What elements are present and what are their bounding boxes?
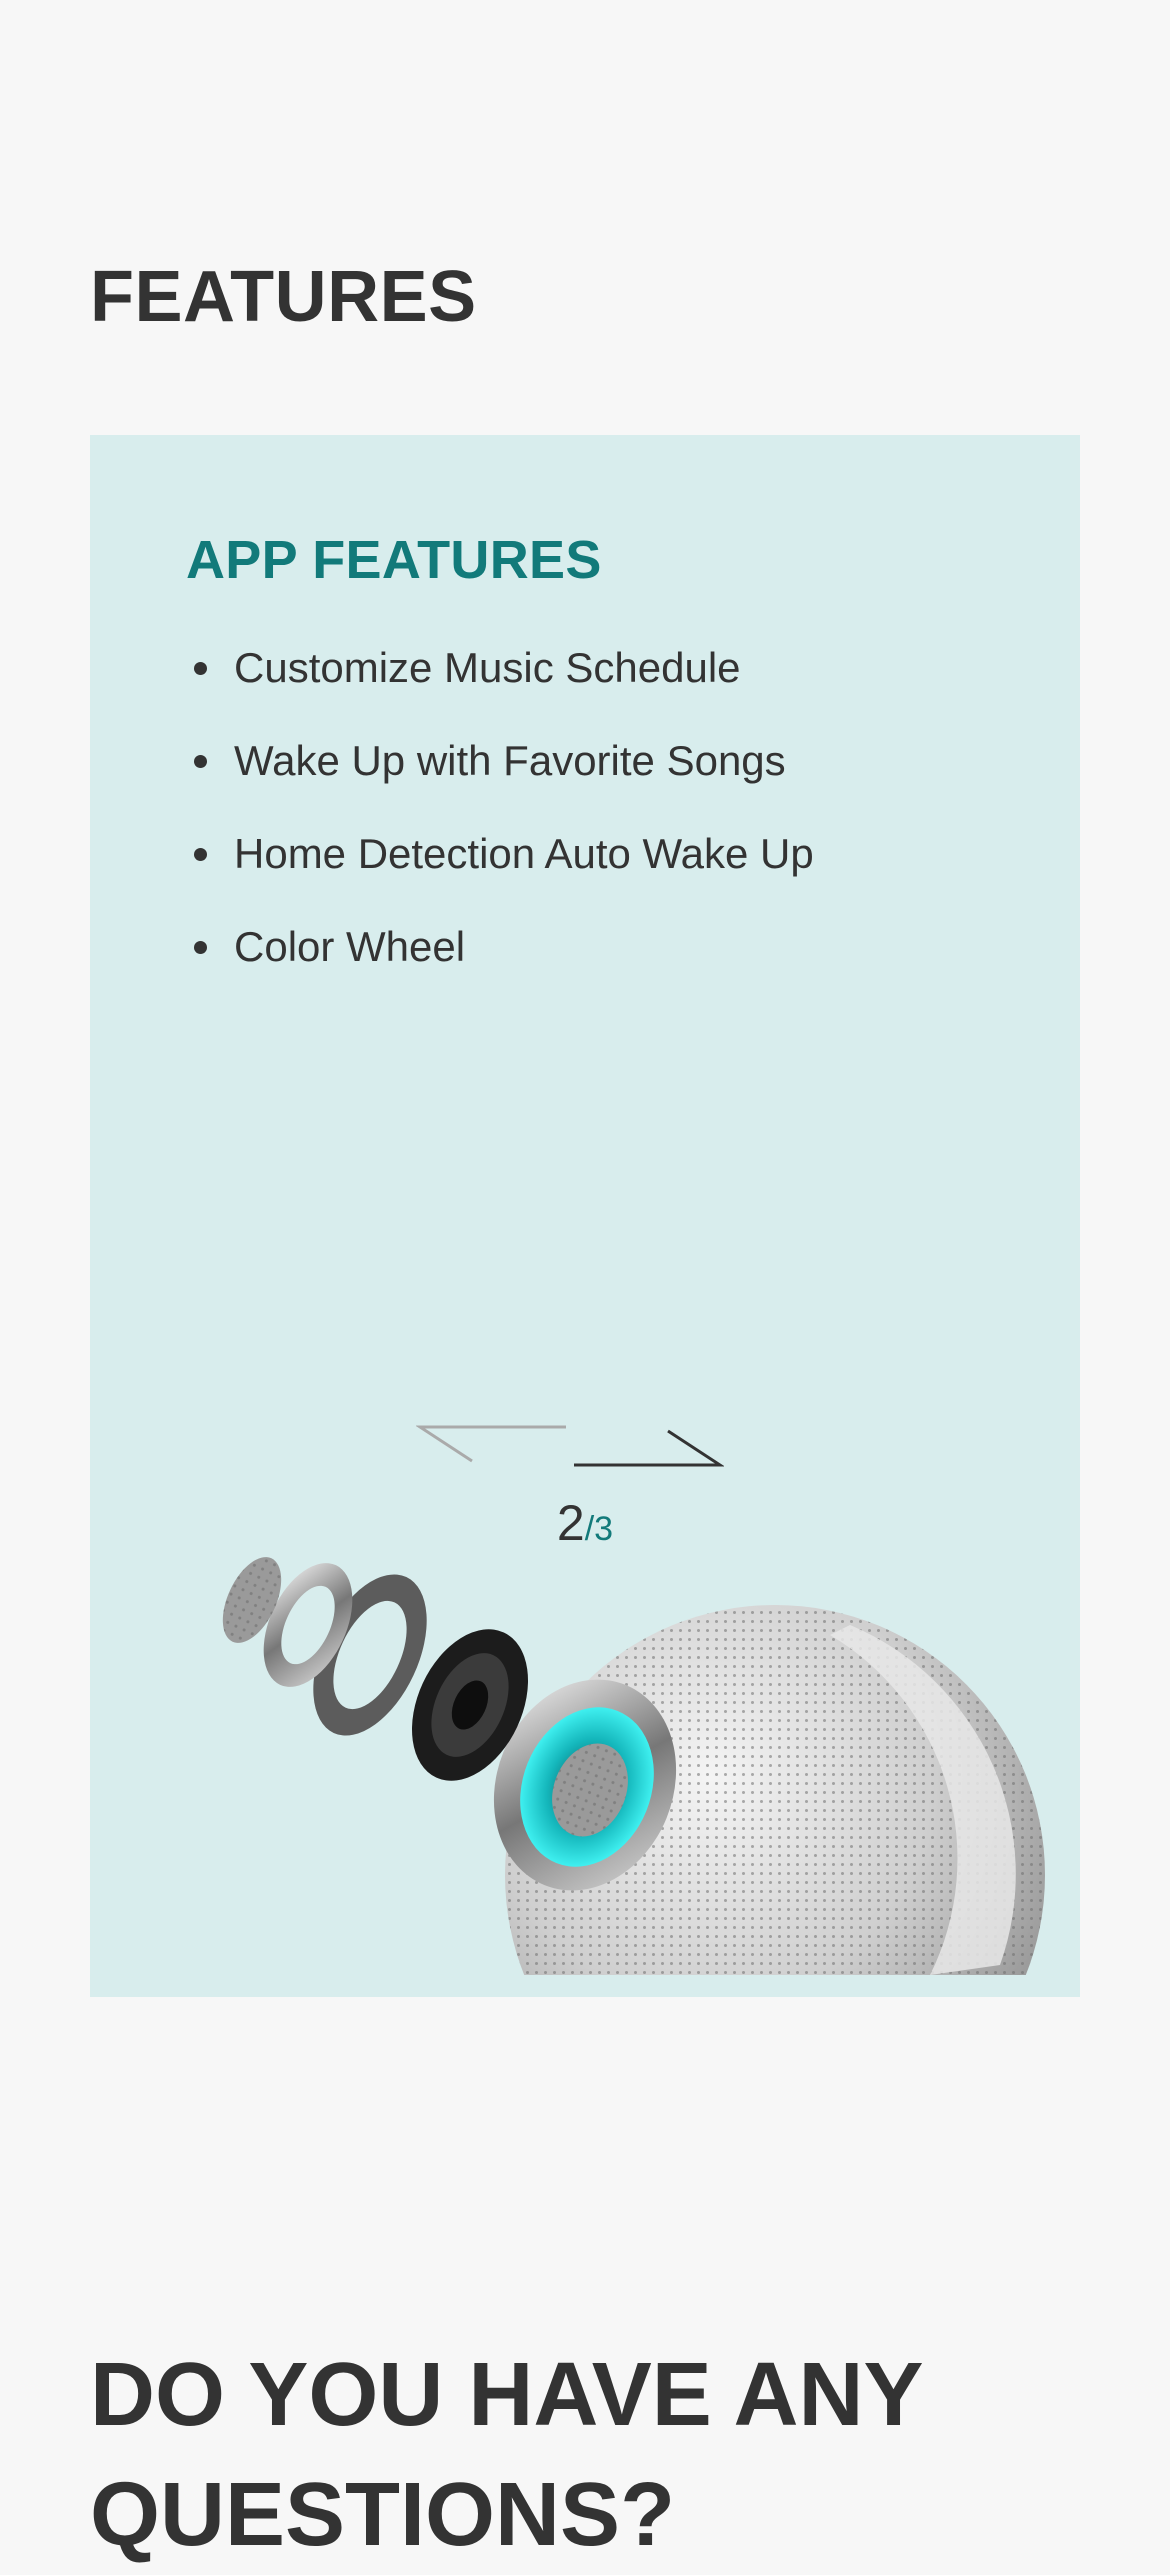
list-item: Home Detection Auto Wake Up <box>186 826 814 919</box>
next-slide-button[interactable] <box>574 1423 726 1478</box>
feature-label: Wake Up with Favorite Songs <box>234 737 786 784</box>
speaker-exploded-view-icon <box>222 1557 1045 1975</box>
feature-label: Customize Music Schedule <box>234 644 741 691</box>
features-card: APP FEATURES Customize Music Schedule Wa… <box>90 435 1080 1997</box>
arrow-left-icon <box>414 1425 566 1463</box>
bullet-icon <box>194 941 207 954</box>
list-item: Wake Up with Favorite Songs <box>186 733 814 826</box>
slide-separator: / <box>584 1510 595 1548</box>
arrow-right-icon <box>574 1429 726 1467</box>
slide-total: 3 <box>594 1510 614 1548</box>
bullet-icon <box>194 755 207 768</box>
slide-current: 2 <box>556 1495 585 1551</box>
bullet-icon <box>194 848 207 861</box>
questions-title: DO YOU HAVE ANY QUESTIONS? <box>90 2345 922 2565</box>
feature-list: Customize Music Schedule Wake Up with Fa… <box>186 640 814 1012</box>
list-item: Customize Music Schedule <box>186 640 814 733</box>
bullet-icon <box>194 662 207 675</box>
prev-slide-button[interactable] <box>414 1423 566 1478</box>
features-title: FEATURES <box>90 257 477 337</box>
feature-label: Color Wheel <box>234 923 466 970</box>
feature-label: Home Detection Auto Wake Up <box>234 830 814 877</box>
list-item: Color Wheel <box>186 919 814 1012</box>
app-features-title: APP FEATURES <box>186 530 602 590</box>
